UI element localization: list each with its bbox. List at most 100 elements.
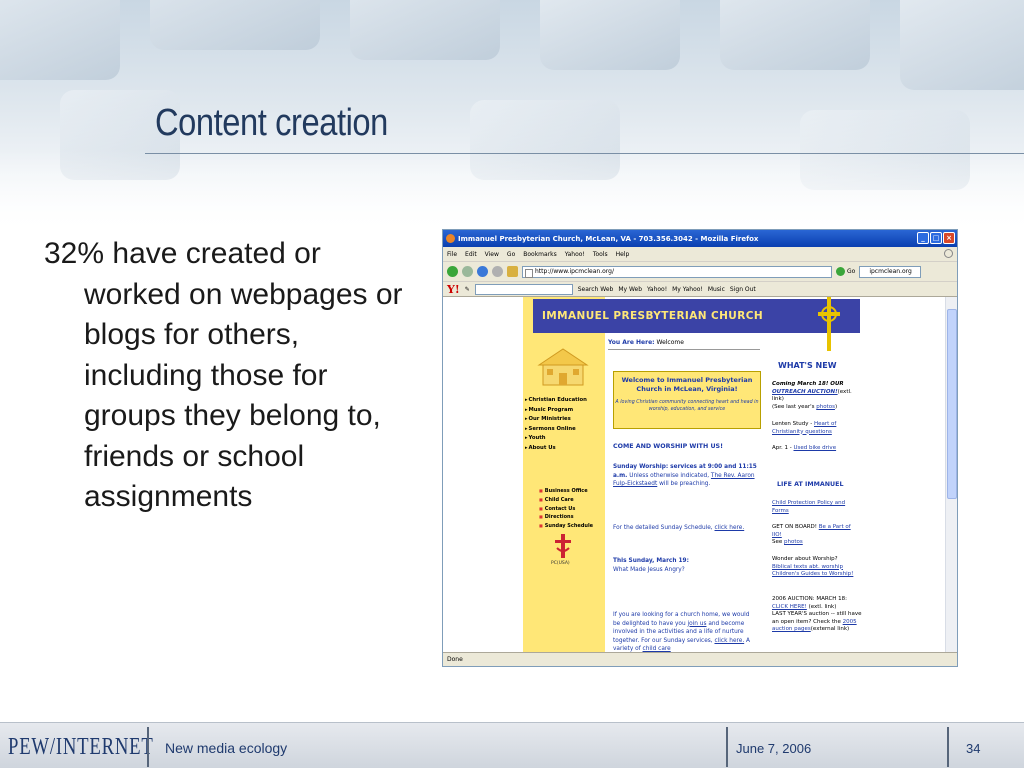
church-header: IMMANUEL PRESBYTERIAN CHURCH bbox=[533, 299, 860, 333]
status-bar: Done bbox=[443, 652, 957, 666]
whats-new-heading: WHAT'S NEW bbox=[778, 361, 837, 370]
breadcrumb: You Are Here: Welcome bbox=[608, 339, 760, 350]
nav-business-office[interactable]: Business Office bbox=[539, 487, 593, 496]
slide-title: Content creation bbox=[155, 102, 388, 144]
this-sunday-text: This Sunday, March 19: What Made Jesus A… bbox=[613, 557, 758, 574]
search-web-button[interactable]: Search Web bbox=[578, 286, 614, 293]
schedule-link[interactable]: click here. bbox=[715, 525, 745, 531]
sunday-worship-text: Sunday Worship: services at 9:00 and 11:… bbox=[613, 464, 757, 487]
pencil-icon[interactable]: ✎ bbox=[465, 286, 470, 293]
looking-for-church-text: If you are looking for a church home, we… bbox=[613, 612, 750, 652]
search-input[interactable]: ipcmclean.org bbox=[859, 265, 922, 278]
throbber-icon bbox=[944, 249, 953, 258]
bullet-text: 32% have created or worked on webpages o… bbox=[44, 237, 403, 513]
my-web-button[interactable]: My Web bbox=[618, 286, 642, 293]
footer-section: New media ecology bbox=[165, 740, 288, 756]
auction-2006: 2006 AUCTION: MARCH 18: CLICK HERE! (ext… bbox=[772, 596, 862, 633]
footer-divider-1 bbox=[147, 727, 149, 767]
come-worship-heading: COME AND WORSHIP WITH US! bbox=[613, 443, 723, 450]
biblical-texts-link[interactable]: Biblical texts abt. worship bbox=[772, 564, 843, 570]
child-policy: Child Protection Policy and Forms bbox=[772, 500, 862, 515]
seal-label: PC(USA) bbox=[551, 561, 570, 566]
url-input[interactable]: http://www.ipcmclean.org/ bbox=[522, 265, 832, 278]
menu-tools[interactable]: Tools bbox=[593, 251, 608, 258]
nav-christian-education[interactable]: Christian Education bbox=[525, 396, 587, 406]
window-titlebar: Immanuel Presbyterian Church, McLean, VA… bbox=[443, 230, 957, 247]
yahoo-search-input[interactable] bbox=[474, 283, 573, 295]
life-heading: LIFE AT IMMANUEL bbox=[777, 481, 844, 488]
breadcrumb-current: Welcome bbox=[656, 339, 684, 346]
child-policy-link[interactable]: Child Protection Policy and Forms bbox=[772, 500, 845, 514]
yahoo-button[interactable]: Yahoo! bbox=[647, 286, 667, 293]
vertical-scrollbar[interactable] bbox=[945, 297, 957, 653]
minimize-button[interactable]: _ bbox=[917, 232, 929, 244]
join-us-link[interactable]: join us bbox=[688, 621, 707, 627]
maximize-button[interactable]: □ bbox=[930, 232, 942, 244]
childrens-guides-link[interactable]: Children's Guides to Worship! bbox=[772, 571, 853, 577]
menu-go[interactable]: Go bbox=[507, 251, 515, 258]
nav-sermons-online[interactable]: Sermons Online bbox=[525, 425, 587, 435]
nav-sunday-schedule[interactable]: Sunday Schedule bbox=[539, 522, 593, 531]
menu-bar: File Edit View Go Bookmarks Yahoo! Tools… bbox=[443, 247, 957, 261]
firefox-icon bbox=[446, 234, 455, 243]
menu-file[interactable]: File bbox=[447, 251, 457, 258]
nav-youth[interactable]: Youth bbox=[525, 434, 587, 444]
navigation-toolbar: http://www.ipcmclean.org/ Go ipcmclean.o… bbox=[443, 261, 957, 281]
menu-edit[interactable]: Edit bbox=[465, 251, 477, 258]
nav-child-care[interactable]: Child Care bbox=[539, 496, 593, 505]
church-building-icon bbox=[537, 348, 589, 386]
schedule-text: For the detailed Sunday Schedule, click … bbox=[613, 525, 745, 531]
menu-view[interactable]: View bbox=[485, 251, 499, 258]
bike-drive-link[interactable]: Used bike drive bbox=[794, 445, 837, 451]
back-arrow-icon[interactable] bbox=[447, 266, 458, 277]
last-year-photos-link[interactable]: photos bbox=[816, 404, 835, 410]
go-arrow-icon bbox=[836, 267, 845, 276]
footer-divider-3 bbox=[947, 727, 949, 767]
pew-internet-logo: PEW/INTERNET bbox=[8, 734, 154, 760]
slide-footer: PEW/INTERNET New media ecology June 7, 2… bbox=[0, 722, 1024, 768]
go-button[interactable]: Go bbox=[836, 267, 855, 276]
auction-click-here-link[interactable]: CLICK HERE! bbox=[772, 604, 807, 610]
go-label: Go bbox=[847, 268, 856, 275]
get-on-board: GET ON BOARD! Be a Part of IIO! See phot… bbox=[772, 524, 851, 546]
title-divider bbox=[145, 153, 1024, 154]
yahoo-logo[interactable]: Y! bbox=[447, 283, 460, 296]
this-sunday-heading: This Sunday, March 19: bbox=[613, 558, 689, 564]
close-button[interactable]: × bbox=[943, 232, 955, 244]
menu-yahoo[interactable]: Yahoo! bbox=[565, 251, 585, 258]
page-number: 34 bbox=[966, 741, 981, 756]
browser-screenshot: Immanuel Presbyterian Church, McLean, VA… bbox=[442, 229, 958, 667]
music-button[interactable]: Music bbox=[708, 286, 725, 293]
outreach-auction-link[interactable]: OUTREACH AUCTION! bbox=[772, 389, 838, 395]
board-photos-link[interactable]: photos bbox=[784, 539, 803, 545]
nav-directions[interactable]: Directions bbox=[539, 513, 593, 522]
home-icon[interactable] bbox=[507, 266, 518, 277]
nav-about-us[interactable]: About Us bbox=[525, 444, 587, 454]
welcome-banner: Welcome to Immanuel Presbyterian Church … bbox=[613, 371, 761, 429]
footer-date: June 7, 2006 bbox=[736, 741, 812, 756]
welcome-subtitle: A loving Christian community connecting … bbox=[615, 400, 759, 412]
menu-help[interactable]: Help bbox=[616, 251, 630, 258]
lenten-news: Lenten Study - Heart of Christianity que… bbox=[772, 421, 837, 435]
worship-guides: Wonder about Worship? Biblical texts abt… bbox=[772, 556, 854, 578]
menu-bookmarks[interactable]: Bookmarks bbox=[523, 251, 557, 258]
my-yahoo-button[interactable]: My Yahoo! bbox=[672, 286, 703, 293]
sign-out-button[interactable]: Sign Out bbox=[730, 286, 756, 293]
nav-music-program[interactable]: Music Program bbox=[525, 406, 587, 416]
cross-icon bbox=[818, 297, 840, 351]
yahoo-toolbar: Y! ✎ Search Web My Web Yahoo! My Yahoo! … bbox=[443, 281, 957, 297]
scrollbar-thumb[interactable] bbox=[947, 309, 957, 499]
stop-icon[interactable] bbox=[492, 266, 503, 277]
welcome-title: Welcome to Immanuel Presbyterian Church … bbox=[621, 376, 753, 393]
footer-divider-2 bbox=[726, 727, 728, 767]
breadcrumb-label: You Are Here: bbox=[608, 339, 655, 346]
sermon-title: What Made Jesus Angry? bbox=[613, 566, 685, 573]
forward-arrow-icon[interactable] bbox=[462, 266, 473, 277]
page-viewport: IMMANUEL PRESBYTERIAN CHURCH Christian E… bbox=[443, 297, 947, 653]
nav-contact-us[interactable]: Contact Us bbox=[539, 505, 593, 514]
status-text: Done bbox=[447, 656, 463, 663]
click-here-link[interactable]: click here. bbox=[714, 638, 744, 644]
bike-drive-news: Apr. 1 - Used bike drive bbox=[772, 445, 837, 451]
nav-our-ministries[interactable]: Our Ministries bbox=[525, 415, 587, 425]
reload-icon[interactable] bbox=[477, 266, 488, 277]
